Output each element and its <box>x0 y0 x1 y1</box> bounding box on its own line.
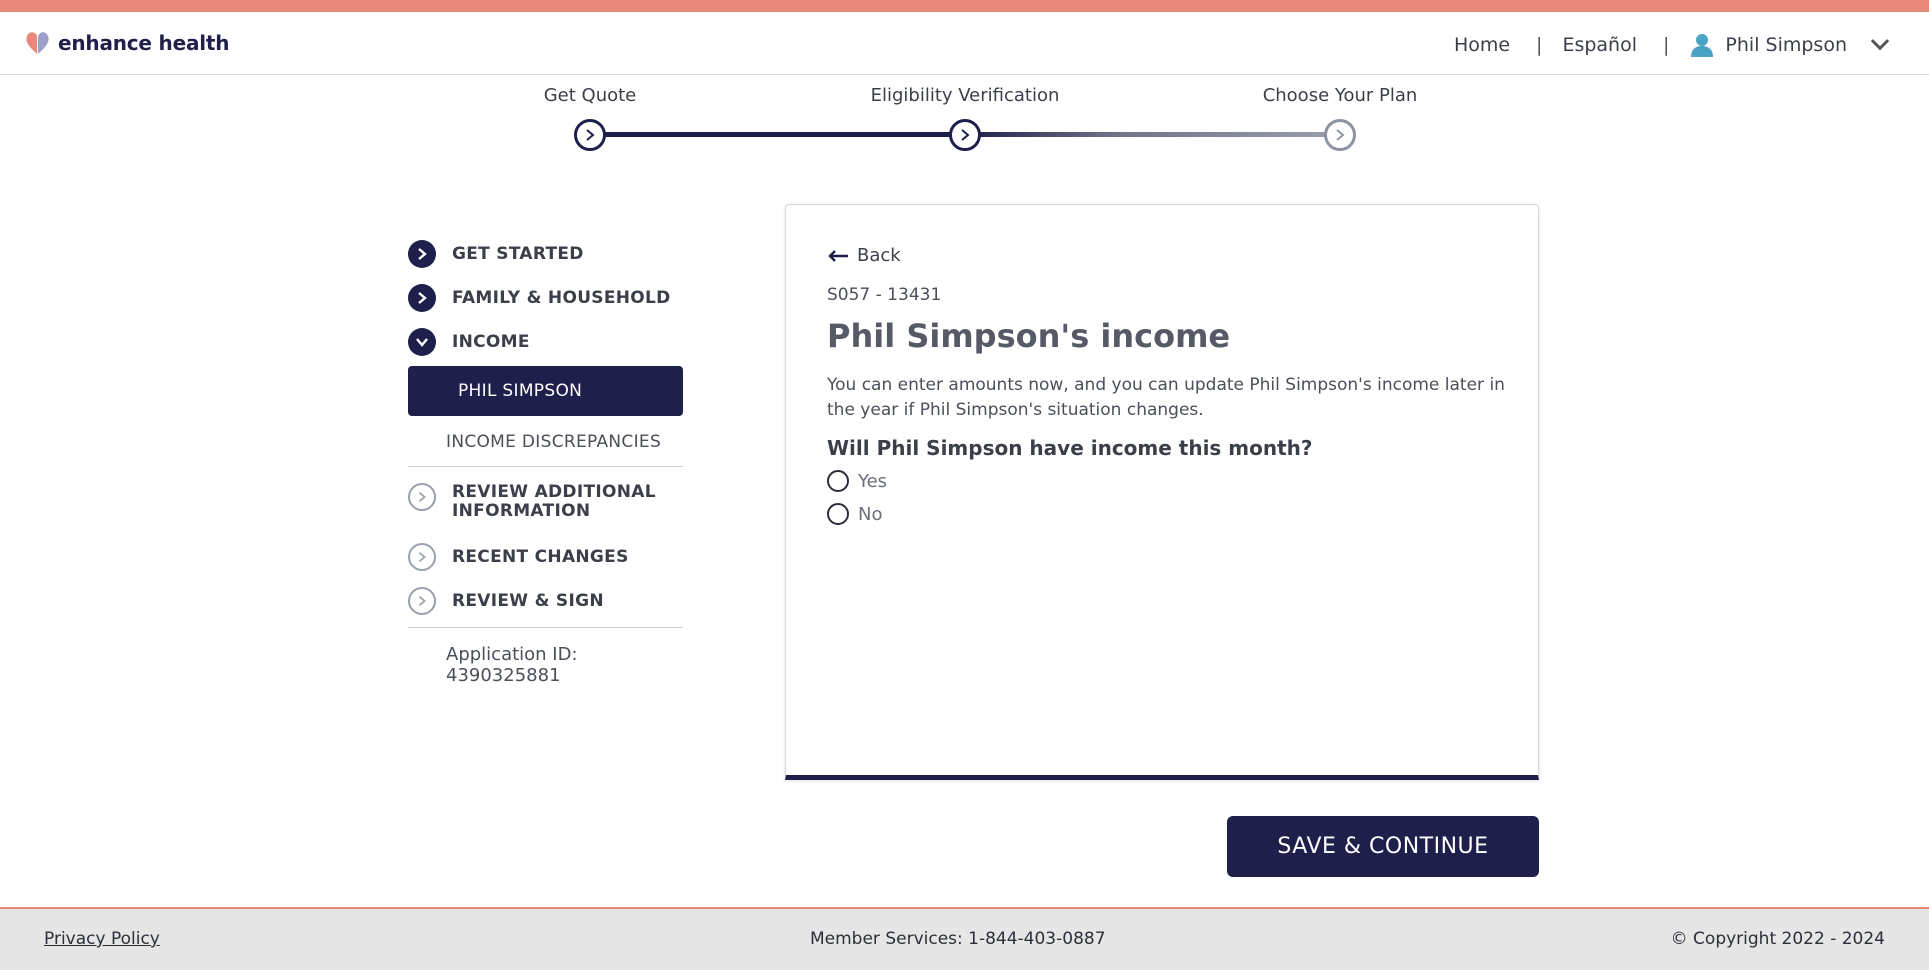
sidebar-divider <box>408 627 683 628</box>
chevron-right-icon <box>961 129 970 141</box>
privacy-policy-link[interactable]: Privacy Policy <box>44 929 160 949</box>
income-question: Will Phil Simpson have income this month… <box>827 436 1313 460</box>
sidebar-item-label: FAMILY & HOUSEHOLD <box>452 288 671 308</box>
radio-no[interactable]: No <box>827 503 882 525</box>
screen-code: S057 - 13431 <box>827 285 942 305</box>
heart-logo-icon <box>26 32 49 54</box>
step-label-get-quote: Get Quote <box>543 85 637 106</box>
chevron-right-icon <box>408 587 436 615</box>
radio-yes-label: Yes <box>858 470 888 492</box>
nav-separator: | <box>1663 34 1670 56</box>
sidebar-subitem-income-discrepancies[interactable]: INCOME DISCREPANCIES <box>408 422 688 462</box>
sidebar-item-review-additional[interactable]: REVIEW ADDITIONAL INFORMATION <box>408 477 688 535</box>
back-label: Back <box>857 245 901 266</box>
sidebar-item-label: INCOME <box>452 332 530 352</box>
progress-bar-complete <box>590 132 965 137</box>
chevron-down-icon <box>1870 39 1890 51</box>
sidebar-item-review-sign[interactable]: REVIEW & SIGN <box>408 579 688 623</box>
progress-stepper: Get Quote Eligibility Verification Choos… <box>0 75 1929 155</box>
income-card: Back S057 - 13431 Phil Simpson's income … <box>785 204 1539 780</box>
chevron-right-icon <box>408 240 436 268</box>
page-title: Phil Simpson's income <box>827 317 1231 355</box>
sidebar-item-income[interactable]: INCOME <box>408 320 688 364</box>
chevron-right-icon <box>408 543 436 571</box>
user-menu[interactable]: Phil Simpson <box>1689 32 1893 58</box>
nav-home-link[interactable]: Home <box>1454 34 1510 56</box>
step-label-choose-plan: Choose Your Plan <box>1262 85 1418 106</box>
sidebar-item-recent-changes[interactable]: RECENT CHANGES <box>408 535 688 579</box>
step-label-eligibility: Eligibility Verification <box>870 85 1060 106</box>
arrow-left-icon <box>828 249 848 262</box>
sidebar-item-get-started[interactable]: GET STARTED <box>408 232 688 276</box>
nav-language-link[interactable]: Español <box>1562 34 1637 56</box>
sidebar-item-label-line2: INFORMATION <box>452 501 591 521</box>
brand-name: enhance health <box>58 31 230 55</box>
sidebar-item-label-line1: REVIEW ADDITIONAL <box>452 482 656 502</box>
page-description: You can enter amounts now, and you can u… <box>827 375 1505 420</box>
radio-no-label: No <box>858 503 883 525</box>
nav-separator: | <box>1536 34 1543 56</box>
application-id: Application ID: 4390325881 <box>446 644 578 686</box>
sidebar-item-label: REVIEW ADDITIONAL INFORMATION <box>452 483 656 521</box>
application-sidebar: GET STARTED FAMILY & HOUSEHOLD INCOME PH… <box>408 232 688 686</box>
save-continue-button[interactable]: SAVE & CONTINUE <box>1227 816 1539 877</box>
site-footer: Privacy Policy Member Services: 1-844-40… <box>0 907 1929 970</box>
step-get-quote[interactable] <box>574 119 606 151</box>
copyright: © Copyright 2022 - 2024 <box>1670 929 1885 949</box>
sidebar-item-family-household[interactable]: FAMILY & HOUSEHOLD <box>408 276 688 320</box>
sidebar-item-label: REVIEW & SIGN <box>452 591 604 611</box>
sidebar-item-label: GET STARTED <box>452 244 584 264</box>
top-nav: Home | Español | Phil Simpson <box>1454 32 1893 58</box>
site-header: enhance health Home | Español | Phil Sim… <box>0 12 1929 75</box>
user-name: Phil Simpson <box>1725 34 1847 56</box>
back-link[interactable]: Back <box>827 245 901 266</box>
chevron-down-icon <box>408 328 436 356</box>
radio-circle[interactable] <box>827 503 849 525</box>
member-services: Member Services: 1-844-403-0887 <box>810 929 1106 949</box>
radio-yes[interactable]: Yes <box>827 470 887 492</box>
sidebar-item-label: RECENT CHANGES <box>452 547 629 567</box>
top-accent-bar <box>0 0 1929 12</box>
chevron-right-icon <box>408 284 436 312</box>
step-eligibility[interactable] <box>949 119 981 151</box>
user-icon <box>1691 34 1714 57</box>
sidebar-divider <box>408 466 683 467</box>
chevron-right-icon <box>408 483 436 511</box>
chevron-right-icon <box>1336 129 1345 141</box>
step-choose-plan[interactable] <box>1324 119 1356 151</box>
logo[interactable]: enhance health <box>24 30 230 56</box>
chevron-right-icon <box>586 129 595 141</box>
radio-circle[interactable] <box>827 470 849 492</box>
progress-bar-upcoming <box>965 132 1340 137</box>
sidebar-subitem-phil-simpson[interactable]: PHIL SIMPSON <box>408 366 683 416</box>
